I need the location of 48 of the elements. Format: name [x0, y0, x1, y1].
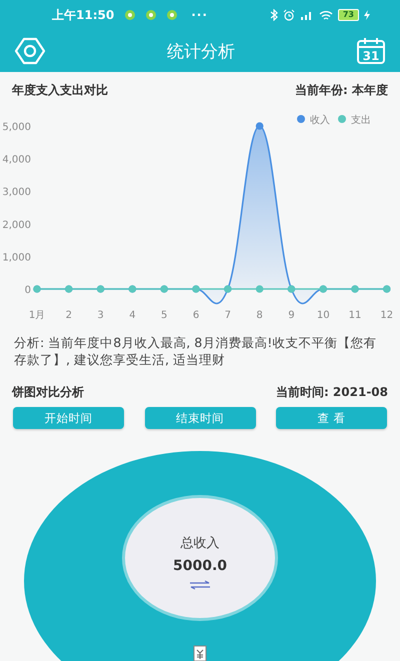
- legend-label: 收入: [310, 115, 330, 126]
- y-axis-label: 1,000: [2, 252, 31, 264]
- center-label: 总收入: [180, 535, 220, 552]
- y-axis-label: 5,000: [2, 122, 31, 133]
- analysis-text: 分析: 当前年度中8月收入最高, 8月消费最高!收支不平衡【您有存款了】, 建议您享受生活, 适当理财: [14, 334, 378, 368]
- settings-icon[interactable]: [14, 37, 46, 65]
- app-notification-icon: [124, 9, 136, 21]
- wifi-icon: [318, 10, 333, 20]
- x-axis-label: 6: [192, 310, 200, 321]
- x-axis-label: 2: [66, 310, 72, 321]
- action-button[interactable]: 开始时间: [13, 407, 124, 429]
- y-axis-label: 0: [24, 285, 31, 296]
- page-title: 统计分析: [167, 40, 235, 62]
- section-title: 饼图对比分析: [12, 384, 84, 401]
- x-axis-label: 3: [97, 310, 104, 321]
- section-title: 年度支入支出对比: [12, 82, 108, 99]
- center-value: 5000.0: [172, 558, 228, 574]
- x-axis-label: 4: [129, 310, 136, 321]
- x-axis-label: 10: [316, 310, 330, 321]
- current-time-label: 当前时间: 2021-08: [276, 384, 388, 401]
- more-notifications: ···: [191, 8, 208, 22]
- x-axis-label: 12: [380, 310, 394, 321]
- signal-icon: [300, 9, 314, 21]
- charging-icon: [364, 10, 370, 20]
- app-notification-icon: [166, 9, 178, 21]
- y-axis-label: 4,000: [2, 154, 31, 166]
- y-axis-label: 3,000: [2, 187, 31, 198]
- x-axis-label: 7: [224, 310, 231, 321]
- alarm-icon: [282, 9, 295, 21]
- bluetooth-icon: [270, 9, 278, 21]
- x-axis-label: 11: [348, 310, 362, 321]
- app-notification-icon: [145, 9, 158, 21]
- yen-tag-icon: [193, 645, 207, 661]
- x-axis-label: 5: [161, 310, 168, 321]
- data-point: [256, 122, 264, 130]
- legend-label: 支出: [351, 115, 371, 126]
- x-axis-label: 8: [256, 310, 263, 321]
- action-button[interactable]: 结束时间: [144, 407, 256, 429]
- calendar-icon[interactable]: 31: [356, 37, 386, 65]
- current-year-label: 当前年份: 本年度: [295, 82, 388, 99]
- y-axis-label: 2,000: [2, 220, 31, 231]
- status-time: 上午11:50: [52, 6, 114, 24]
- action-button[interactable]: 查 看: [276, 407, 387, 429]
- battery-indicator: 73: [338, 9, 359, 21]
- x-axis-label: 9: [288, 310, 295, 321]
- swap-arrows-icon[interactable]: [189, 580, 211, 590]
- data-point: [256, 285, 264, 293]
- x-axis-label: 1月: [28, 310, 46, 321]
